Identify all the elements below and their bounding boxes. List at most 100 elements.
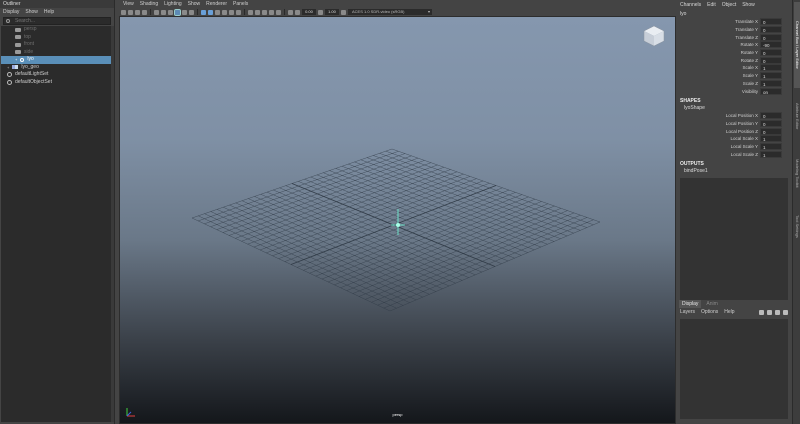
object-name[interactable]: lyo xyxy=(677,10,791,18)
outliner-menu-help[interactable]: Help xyxy=(44,8,54,16)
lights-icon[interactable] xyxy=(229,9,234,15)
tab-display[interactable]: Display xyxy=(679,300,702,308)
attr-rotate-x[interactable]: Rotate X -90 xyxy=(677,41,791,49)
attr-visibility[interactable]: Visibility on xyxy=(677,87,791,95)
grid-icon[interactable] xyxy=(154,9,159,15)
attr-local-scale-y[interactable]: Local Scale Y1 xyxy=(677,142,791,151)
attr-rotate-z[interactable]: Rotate Z0 xyxy=(677,56,791,64)
outliner-menu-show[interactable]: Show xyxy=(25,8,38,16)
color-management-icon[interactable] xyxy=(341,9,346,15)
ambient-occlusion-icon[interactable] xyxy=(262,9,267,15)
outliner-item-top[interactable]: top xyxy=(1,34,111,42)
outliner-item-defaultlightset[interactable]: defaultLightSet xyxy=(1,71,111,79)
tab-anim[interactable]: Anim xyxy=(703,300,720,308)
attr-scale-x[interactable]: Scale X1 xyxy=(677,64,791,72)
viewport-menu-renderer[interactable]: Renderer xyxy=(206,0,227,8)
side-tab-tool-settings[interactable]: Tool Settings xyxy=(794,204,800,248)
output-name[interactable]: bindPose1 xyxy=(677,168,791,175)
attr-value[interactable]: -90 xyxy=(760,41,782,49)
attr-scale-y[interactable]: Scale Y1 xyxy=(677,72,791,80)
image-plane-icon[interactable] xyxy=(142,9,147,15)
shape-name[interactable]: lyoShape xyxy=(677,105,791,112)
layer-menu-options[interactable]: Options xyxy=(701,308,718,317)
attr-value[interactable]: on xyxy=(760,87,782,95)
gamma-icon[interactable] xyxy=(318,9,323,15)
select-camera-icon[interactable] xyxy=(121,9,126,15)
textured-icon[interactable] xyxy=(222,9,227,15)
outliner-item-front[interactable]: front xyxy=(1,41,111,49)
attr-value[interactable]: 1 xyxy=(760,142,782,150)
attr-value[interactable]: 1 xyxy=(760,72,782,80)
antialiasing-icon[interactable] xyxy=(276,9,281,15)
safe-action-icon[interactable] xyxy=(189,9,194,15)
attr-value[interactable]: 0 xyxy=(760,119,782,127)
resolution-gate-icon[interactable] xyxy=(168,9,173,15)
new-layer-icon[interactable] xyxy=(775,310,780,315)
viewport-canvas[interactable]: persp xyxy=(119,16,676,424)
joint-locator-icon[interactable] xyxy=(388,207,408,237)
viewport-menu-view[interactable]: View xyxy=(123,0,134,8)
outliner-item-persp[interactable]: persp xyxy=(1,26,111,34)
attr-local-position-x[interactable]: Local Position X0 xyxy=(677,112,791,120)
new-layer-from-selected-icon[interactable] xyxy=(783,310,788,315)
color-space-dropdown[interactable]: ACES 1.0 SDR-video (sRGB) ▾ xyxy=(348,9,432,15)
attr-translate-y[interactable]: Translate Y0 xyxy=(677,26,791,34)
attr-value[interactable]: 0 xyxy=(760,18,782,26)
exposure-field[interactable]: 0.00 xyxy=(302,9,316,15)
isolate-select-icon[interactable] xyxy=(288,9,293,15)
attr-value[interactable]: 0 xyxy=(760,56,782,64)
viewport-menu-show[interactable]: Show xyxy=(188,0,201,8)
gate-mask-icon[interactable] xyxy=(174,8,181,16)
attr-local-scale-z[interactable]: Local Scale Z1 xyxy=(677,150,791,158)
attr-value[interactable]: 1 xyxy=(760,150,782,158)
side-tab-modeling-toolkit[interactable]: Modeling Toolkit xyxy=(794,144,800,202)
attr-value[interactable]: 0 xyxy=(760,127,782,135)
wireframe-on-shaded-icon[interactable] xyxy=(215,9,220,15)
smooth-shade-icon[interactable] xyxy=(208,9,213,15)
channel-box-menu-edit[interactable]: Edit xyxy=(707,0,716,10)
shadows-icon[interactable] xyxy=(236,9,241,15)
gamma-field[interactable]: 1.00 xyxy=(325,9,339,15)
channel-box-menu-object[interactable]: Object xyxy=(722,0,736,10)
xray-icon[interactable] xyxy=(248,9,253,15)
outliner-item-defaultobjectset[interactable]: defaultObjectSet xyxy=(1,79,111,87)
attr-local-scale-x[interactable]: Local Scale X1 xyxy=(677,135,791,143)
side-tab-attribute-editor[interactable]: Attribute Editor xyxy=(794,90,800,142)
attr-translate-x[interactable]: Translate X0 xyxy=(677,18,791,26)
side-tab-channel-box[interactable]: Channel Box / Layer Editor xyxy=(794,2,800,88)
attr-rotate-y[interactable]: Rotate Y0 xyxy=(677,49,791,57)
wireframe-icon[interactable] xyxy=(201,9,206,15)
attr-local-position-y[interactable]: Local Position Y0 xyxy=(677,119,791,128)
exposure-icon[interactable] xyxy=(295,9,300,15)
attr-scale-z[interactable]: Scale Z1 xyxy=(677,79,791,88)
viewport-menu-panels[interactable]: Panels xyxy=(233,0,248,8)
expand-icon[interactable]: + xyxy=(15,56,17,64)
channel-box-menu-show[interactable]: Show xyxy=(742,0,755,10)
outliner-menu-display[interactable]: Display xyxy=(3,8,19,16)
outliner-item-lyo-geo[interactable]: + lyo_geo xyxy=(1,64,111,72)
move-layer-down-icon[interactable] xyxy=(767,310,772,315)
attr-value[interactable]: 0 xyxy=(760,33,782,41)
outliner-search-input[interactable] xyxy=(10,17,110,25)
film-gate-icon[interactable] xyxy=(161,9,166,15)
outliner-item-side[interactable]: side xyxy=(1,49,111,57)
channel-box-menu-channels[interactable]: Channels xyxy=(680,0,701,10)
expand-icon[interactable]: + xyxy=(7,64,9,72)
attr-local-position-z[interactable]: Local Position Z0 xyxy=(677,127,791,135)
outliner-scrollbar[interactable] xyxy=(111,26,114,422)
outliner-item-lyo[interactable]: + lyo xyxy=(1,56,111,64)
xray-joints-icon[interactable] xyxy=(255,9,260,15)
attr-value[interactable]: 0 xyxy=(760,26,782,34)
motion-blur-icon[interactable] xyxy=(269,9,274,15)
attr-translate-z[interactable]: Translate Z0 xyxy=(677,33,791,41)
camera-attributes-icon[interactable] xyxy=(128,9,133,15)
view-cube-icon[interactable] xyxy=(643,25,665,47)
attr-value[interactable]: 1 xyxy=(760,64,782,72)
attr-value[interactable]: 0 xyxy=(760,49,782,57)
field-chart-icon[interactable] xyxy=(182,9,187,15)
layer-menu-help[interactable]: Help xyxy=(724,308,734,317)
viewport-menu-shading[interactable]: Shading xyxy=(140,0,158,8)
viewport-menu-lighting[interactable]: Lighting xyxy=(164,0,182,8)
bookmark-icon[interactable] xyxy=(135,9,140,15)
layer-menu-layers[interactable]: Layers xyxy=(680,308,695,317)
